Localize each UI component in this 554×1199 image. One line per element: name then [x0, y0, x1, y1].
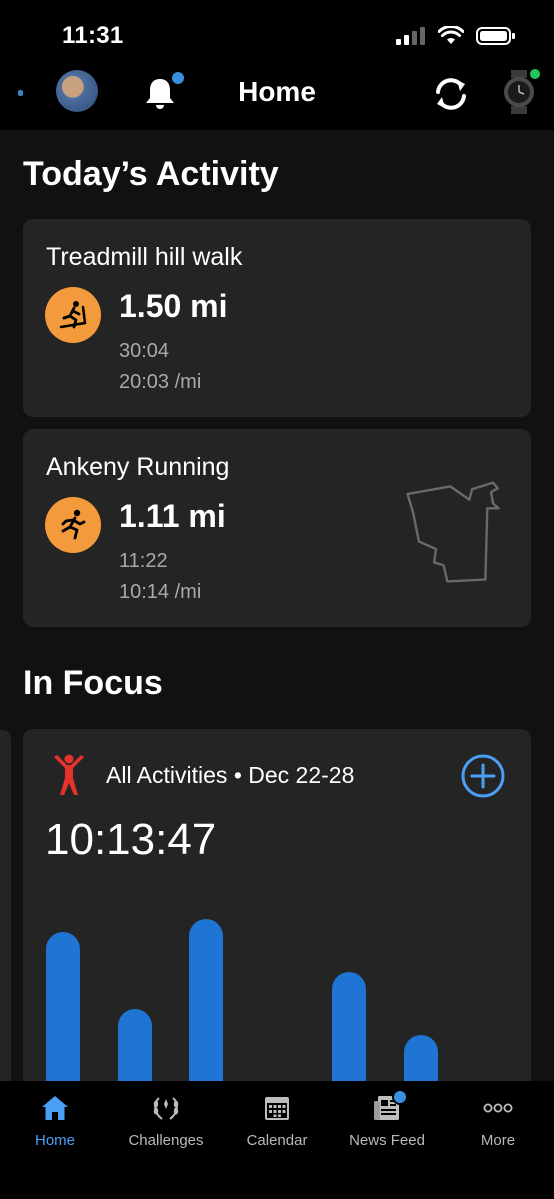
battery-icon: [476, 27, 515, 45]
cellular-icon: [396, 27, 425, 45]
news-feed-badge: [392, 1089, 408, 1105]
tab-label: Calendar: [246, 1132, 308, 1149]
top-app-bar: Home: [0, 69, 554, 130]
laurel-icon: [153, 1097, 179, 1120]
activity-name: Ankeny Running: [46, 453, 230, 481]
more-icon: [483, 1103, 513, 1113]
activity-pace: 20:03 /mi: [119, 371, 202, 393]
wifi-icon: [438, 26, 464, 44]
activity-card[interactable]: Ankeny Running 1.11 mi 11:22 10:14 /mi: [23, 429, 531, 627]
device-connected-badge: [530, 69, 540, 79]
focus-total-time: 10:13:47: [45, 815, 217, 864]
add-circle-icon[interactable]: [461, 754, 505, 798]
activity-duration: 11:22: [119, 550, 168, 572]
person-figure-icon: [54, 754, 84, 795]
running-icon: [45, 497, 101, 553]
tab-label: Home: [34, 1132, 75, 1149]
treadmill-icon: [45, 287, 101, 343]
activity-distance: 1.11 mi: [119, 498, 226, 534]
in-focus-card[interactable]: All Activities • Dec 22-28 10:13:47: [23, 729, 531, 1109]
activity-distance: 1.50 mi: [119, 288, 228, 324]
in-focus-heading: In Focus: [23, 664, 163, 702]
bottom-tab-bar: Home Challenges Calendar News Feed More: [0, 1081, 554, 1199]
home-icon: [42, 1096, 68, 1120]
tab-label: News Feed: [349, 1132, 425, 1149]
todays-activity-heading: Today’s Activity: [23, 155, 279, 193]
tab-label: More: [480, 1132, 516, 1149]
activity-card[interactable]: Treadmill hill walk 1.50 mi 30:04 20:03 …: [23, 219, 531, 417]
previous-card-edge[interactable]: [0, 730, 11, 1090]
sync-icon[interactable]: [430, 74, 472, 114]
status-bar: 11:31: [0, 0, 554, 70]
route-map-thumbnail: [406, 481, 500, 583]
activity-pace: 10:14 /mi: [119, 581, 202, 603]
status-icons: [396, 26, 516, 46]
calendar-icon: [265, 1097, 289, 1120]
focus-label: All Activities • Dec 22-28: [106, 762, 355, 788]
activity-duration: 30:04: [119, 340, 170, 362]
activity-name: Treadmill hill walk: [46, 243, 243, 271]
tab-label: Challenges: [128, 1132, 204, 1149]
status-time: 11:31: [62, 22, 124, 49]
